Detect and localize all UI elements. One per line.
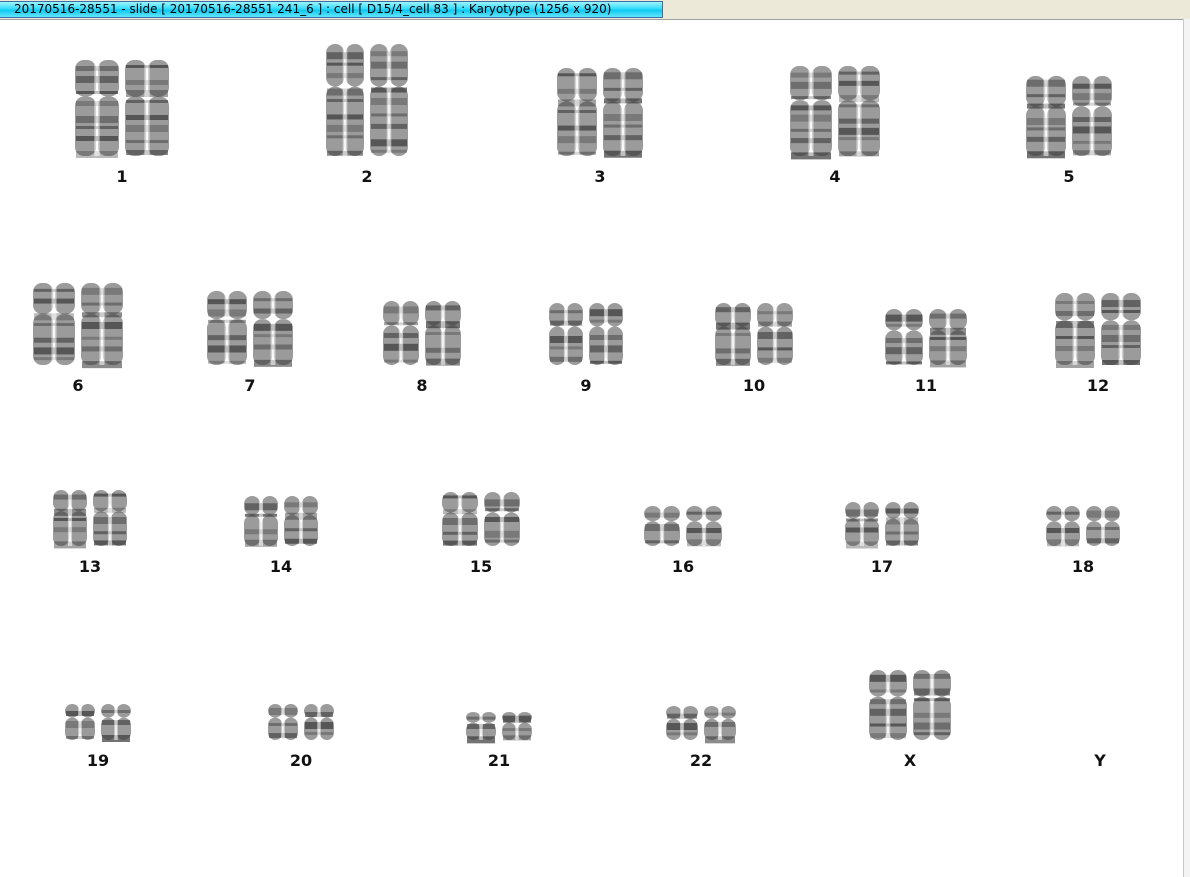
chromosome-label-y: Y [1094, 751, 1106, 770]
chromosome-label-12: 12 [1086, 376, 1110, 395]
chromosome-18-a[interactable] [1046, 506, 1080, 547]
chromosome-13-a[interactable] [53, 490, 87, 549]
chromosome-9-b[interactable] [589, 303, 623, 365]
chromosome-3-a[interactable] [557, 68, 597, 156]
chromosome-9-a[interactable] [549, 303, 583, 365]
chromosome-pair-16[interactable] [644, 506, 722, 547]
chromosome-label-17: 17 [870, 557, 894, 576]
chromosome-pair-6[interactable] [33, 283, 123, 369]
chromosome-pair-12[interactable] [1055, 293, 1141, 368]
chromosome-1-a[interactable] [75, 60, 119, 158]
chromosome-label-13: 13 [78, 557, 102, 576]
chromosome-21-a[interactable] [466, 712, 496, 744]
chromosome-label-15: 15 [469, 557, 493, 576]
chromosome-label-8: 8 [416, 376, 428, 395]
chromosome-pair-2[interactable] [326, 44, 408, 156]
chromosome-12-b[interactable] [1101, 293, 1141, 365]
chromosome-pair-9[interactable] [549, 303, 623, 365]
chromosome-8-a[interactable] [383, 301, 419, 365]
chromosome-20-a[interactable] [268, 704, 298, 740]
chromosome-pair-19[interactable] [65, 704, 131, 742]
chromosome-label-2: 2 [361, 167, 373, 186]
chromosome-15-a[interactable] [442, 492, 478, 546]
chromosome-10-b[interactable] [757, 303, 793, 365]
chromosome-label-16: 16 [671, 557, 695, 576]
chromosome-label-3: 3 [594, 167, 606, 186]
window-title-tab[interactable]: 20170516-28551 - slide [ 20170516-28551 … [0, 1, 663, 18]
chromosome-label-20: 20 [289, 751, 313, 770]
chromosome-label-19: 19 [86, 751, 110, 770]
chromosome-label-7: 7 [244, 376, 256, 395]
chromosome-pair-x[interactable] [869, 670, 951, 740]
chromosome-22-b[interactable] [704, 706, 736, 744]
chromosome-pair-14[interactable] [244, 496, 318, 547]
chromosome-pair-8[interactable] [383, 301, 461, 366]
chromosome-pair-15[interactable] [442, 492, 520, 546]
chromosome-18-b[interactable] [1086, 506, 1120, 546]
chromosome-label-6: 6 [72, 376, 84, 395]
chromosome-pair-5[interactable] [1026, 76, 1112, 159]
chromosome-pair-11[interactable] [885, 309, 967, 368]
chromosome-19-a[interactable] [65, 704, 95, 740]
chromosome-label-x: X [903, 751, 917, 770]
chromosome-14-b[interactable] [284, 496, 318, 546]
chromosome-pair-1[interactable] [75, 60, 169, 158]
chromosome-3-b[interactable] [603, 68, 643, 158]
chromosome-17-a[interactable] [845, 502, 879, 549]
chromosome-label-1: 1 [116, 167, 128, 186]
chromosome-label-21: 21 [487, 751, 511, 770]
chromosome-11-b[interactable] [929, 309, 967, 368]
chromosome-pair-21[interactable] [466, 712, 532, 744]
chromosome-label-22: 22 [689, 751, 713, 770]
chromosome-15-b[interactable] [484, 492, 520, 546]
chromosome-label-10: 10 [742, 376, 766, 395]
chromosome-pair-4[interactable] [790, 66, 880, 160]
chromosome-4-a[interactable] [790, 66, 832, 160]
chromosome-2-b[interactable] [370, 44, 408, 156]
chromosome-19-b[interactable] [101, 704, 131, 742]
chromosome-6-a[interactable] [33, 283, 75, 365]
chromosome-16-a[interactable] [644, 506, 680, 546]
chromosome-7-b[interactable] [253, 291, 293, 367]
chromosome-16-b[interactable] [686, 506, 722, 547]
chromosome-pair-10[interactable] [715, 303, 793, 366]
chromosome-10-a[interactable] [715, 303, 751, 366]
chromosome-label-14: 14 [269, 557, 293, 576]
chromosome-5-b[interactable] [1072, 76, 1112, 156]
chromosome-pair-18[interactable] [1046, 506, 1120, 547]
chromosome-pair-3[interactable] [557, 68, 643, 158]
chromosome-8-b[interactable] [425, 301, 461, 366]
chromosome-pair-7[interactable] [207, 291, 293, 367]
chromosome-21-b[interactable] [502, 712, 532, 741]
chromosome-pair-22[interactable] [666, 706, 736, 744]
vertical-scrollbar[interactable] [1183, 19, 1190, 877]
chromosome-x-a[interactable] [869, 670, 907, 740]
chromosome-pair-17[interactable] [845, 502, 919, 549]
chromosome-4-b[interactable] [838, 66, 880, 157]
chromosome-11-a[interactable] [885, 309, 923, 365]
chromosome-pair-20[interactable] [268, 704, 334, 740]
chromosome-x-b[interactable] [913, 670, 951, 740]
chromosome-14-a[interactable] [244, 496, 278, 547]
chromosome-22-a[interactable] [666, 706, 698, 740]
chromosome-5-a[interactable] [1026, 76, 1066, 159]
chromosome-2-a[interactable] [326, 44, 364, 156]
chromosome-label-4: 4 [829, 167, 841, 186]
chromosome-17-b[interactable] [885, 502, 919, 546]
karyotype-canvas: 1 2 3 4 5 6 7 8 9 10 11 12 13 14 15 16 17 18 19 20 21 22 X Y [0, 20, 1184, 877]
chromosome-label-11: 11 [914, 376, 938, 395]
window-titlebar: 20170516-28551 - slide [ 20170516-28551 … [0, 0, 1190, 20]
chromosome-12-a[interactable] [1055, 293, 1095, 368]
chromosome-label-18: 18 [1071, 557, 1095, 576]
chromosome-6-b[interactable] [81, 283, 123, 369]
chromosome-label-5: 5 [1063, 167, 1075, 186]
chromosome-pair-13[interactable] [53, 490, 127, 549]
chromosome-label-9: 9 [580, 376, 592, 395]
chromosome-1-b[interactable] [125, 60, 169, 156]
chromosome-13-b[interactable] [93, 490, 127, 546]
chromosome-7-a[interactable] [207, 291, 247, 365]
chromosome-20-b[interactable] [304, 704, 334, 740]
